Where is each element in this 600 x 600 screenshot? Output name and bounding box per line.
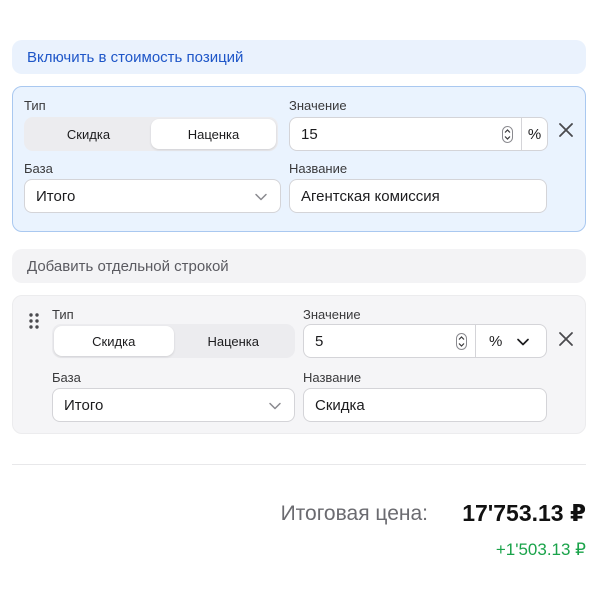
base-select[interactable]: Итого <box>52 388 295 422</box>
divider <box>12 464 586 465</box>
total-price-difference: +1'503.13 ₽ <box>495 540 586 559</box>
type-label: Тип <box>52 307 74 322</box>
type-segmented-control: Скидка Наценка <box>52 324 295 358</box>
base-value: Итого <box>64 396 104 414</box>
name-label: Название <box>303 370 362 385</box>
name-input[interactable]: Агентская комиссия <box>289 179 547 213</box>
value-input[interactable]: 5 <box>303 324 476 358</box>
unit-select[interactable]: % <box>475 324 547 358</box>
stepper-icon[interactable] <box>502 126 513 143</box>
value-text: 5 <box>315 332 324 350</box>
name-value: Агентская комиссия <box>301 187 440 205</box>
unit-text: % <box>489 332 503 350</box>
value-text: 15 <box>301 125 318 143</box>
type-option-discount[interactable]: Скидка <box>26 119 151 149</box>
total-price-value: 17'753.13 ₽ <box>462 500 586 526</box>
unit-display: % <box>521 117 548 151</box>
base-label: База <box>52 370 81 385</box>
included-item-card: Тип Скидка Наценка Значение 15 % База Ит… <box>12 86 586 232</box>
drag-handle-icon[interactable] <box>28 312 40 330</box>
name-value: Скидка <box>315 396 365 414</box>
type-option-markup[interactable]: Наценка <box>174 326 294 356</box>
unit-text: % <box>527 125 542 143</box>
chevron-down-icon <box>269 402 281 410</box>
stepper-icon[interactable] <box>456 333 467 350</box>
close-icon[interactable] <box>558 122 574 138</box>
type-label: Тип <box>24 98 46 113</box>
name-input[interactable]: Скидка <box>303 388 547 422</box>
name-label: Название <box>289 161 348 176</box>
chevron-down-icon <box>517 338 529 346</box>
section-title: Включить в стоимость позиций <box>27 48 244 66</box>
section-header-included[interactable]: Включить в стоимость позиций <box>12 40 586 74</box>
type-option-markup[interactable]: Наценка <box>151 119 276 149</box>
section-title: Добавить отдельной строкой <box>27 257 229 275</box>
type-option-discount[interactable]: Скидка <box>54 326 174 356</box>
value-label: Значение <box>289 98 347 113</box>
type-segmented-control: Скидка Наценка <box>24 117 278 151</box>
base-label: База <box>24 161 53 176</box>
section-header-separate[interactable]: Добавить отдельной строкой <box>12 249 586 283</box>
value-input[interactable]: 15 <box>289 117 522 151</box>
separate-item-card: Тип Скидка Наценка Значение 5 % База Ито… <box>12 295 586 434</box>
close-icon[interactable] <box>558 331 574 347</box>
chevron-down-icon <box>255 193 267 201</box>
base-select[interactable]: Итого <box>24 179 281 213</box>
base-value: Итого <box>36 187 76 205</box>
total-price-label: Итоговая цена: <box>280 502 428 525</box>
value-label: Значение <box>303 307 361 322</box>
